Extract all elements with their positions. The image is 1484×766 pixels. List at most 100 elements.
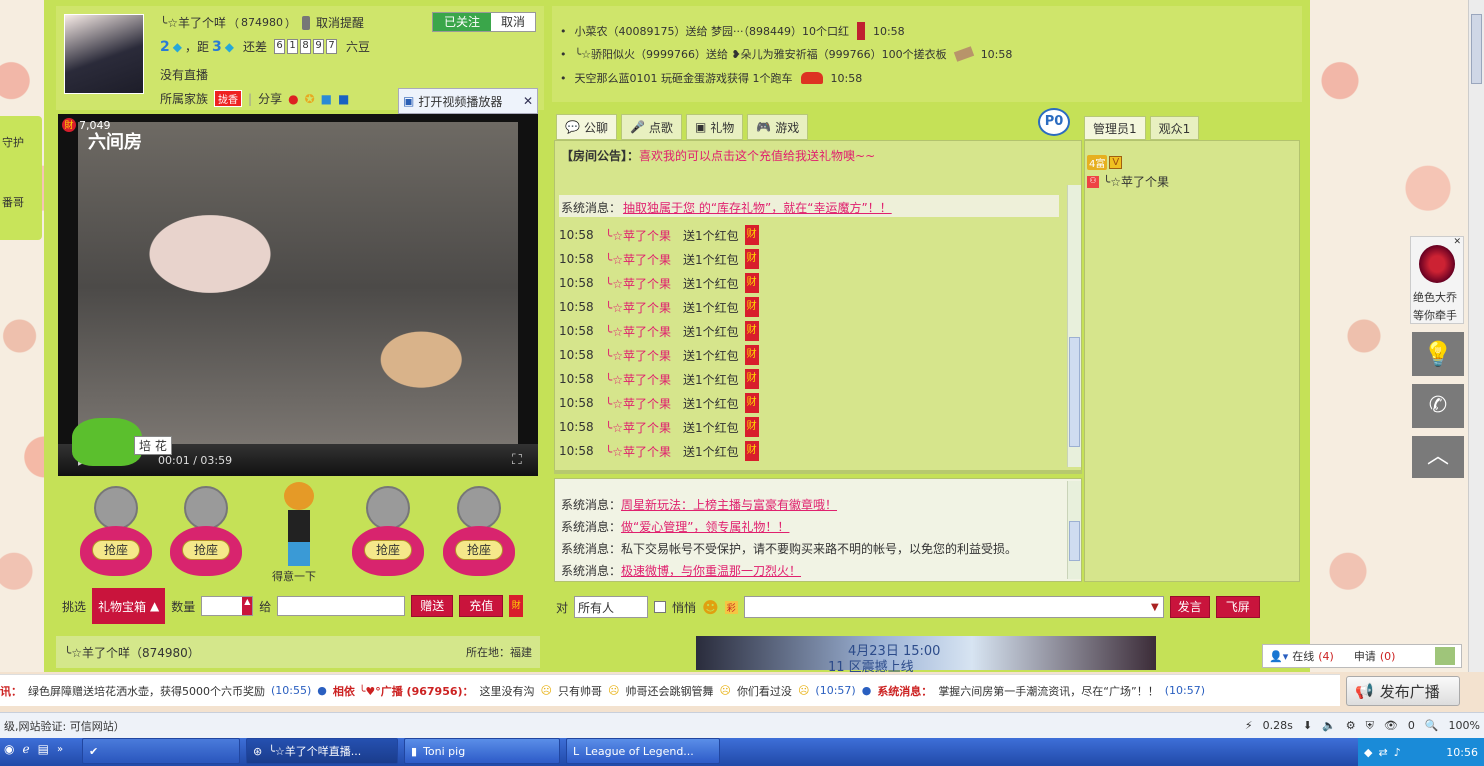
video-player[interactable]: 財 7,049 六间房 ▶ 00:01 / 03:59 ⛶ 培 花: [58, 114, 538, 476]
seat-5[interactable]: 抢座: [443, 486, 515, 586]
shield-icon[interactable]: ⛨: [1366, 719, 1374, 733]
zoom-level[interactable]: 100%: [1449, 719, 1480, 732]
send-gift-button[interactable]: 赠送: [411, 595, 454, 617]
chat-scrollbar[interactable]: [1067, 185, 1081, 467]
phone-icon[interactable]: ✆: [1412, 384, 1464, 428]
ie-icon[interactable]: ℯ: [22, 742, 29, 756]
close-icon[interactable]: ✕: [523, 94, 533, 108]
gift-box-button[interactable]: 礼物宝箱 ▲: [92, 588, 166, 624]
online-label[interactable]: 在线: [1292, 648, 1314, 664]
network-icon[interactable]: ⇄: [1378, 746, 1387, 759]
show-off-label[interactable]: 得意一下: [272, 568, 316, 584]
message-input[interactable]: ▼: [743, 596, 1164, 618]
chat-user-link[interactable]: ╰☆苹了个果: [605, 419, 683, 436]
open-player-button[interactable]: ▣ 打开视频播放器 ✕: [398, 88, 538, 114]
chat-user-link[interactable]: ╰☆苹了个果: [605, 323, 683, 340]
system-message-link[interactable]: 做“爱心管理”，领专属礼物！！: [621, 518, 789, 535]
chevron-down-icon[interactable]: ▼: [1151, 602, 1163, 613]
side-ad[interactable]: ✕ 绝色大乔 等你牵手: [1410, 236, 1464, 324]
tab-public-chat[interactable]: 💬 公聊: [556, 114, 617, 140]
speak-button[interactable]: 发言: [1169, 596, 1210, 618]
taskbar-item-stream[interactable]: ⊛ ╰☆羊了个咩直播...: [246, 738, 398, 764]
other-label[interactable]: 番哥: [2, 194, 24, 210]
spinner-icon[interactable]: ▲: [242, 597, 253, 615]
chat-user-link[interactable]: ╰☆苹了个果: [605, 227, 683, 244]
chat-user-link[interactable]: ╰☆苹了个果: [605, 299, 683, 316]
chat-user-link[interactable]: ╰☆苹了个果: [605, 443, 683, 460]
seat-3[interactable]: 得意一下: [270, 480, 330, 584]
user-row[interactable]: ⚇ ╰☆苹了个果: [1087, 173, 1169, 190]
parking-badge[interactable]: P0: [1038, 108, 1070, 136]
renren-icon[interactable]: ■: [338, 92, 349, 106]
watering-can-icon[interactable]: [72, 418, 142, 466]
emoji-icon[interactable]: ☻: [702, 598, 719, 617]
flyscreen-button[interactable]: 飞屏: [1215, 596, 1260, 618]
seat-4[interactable]: 抢座: [352, 486, 424, 586]
chat-user-link[interactable]: ╰☆苹了个果: [605, 371, 683, 388]
tray-icon[interactable]: ◆: [1364, 746, 1372, 759]
chat-user-link[interactable]: ╰☆苹了个果: [605, 275, 683, 292]
taskbar-item-lol[interactable]: L League of Legend...: [566, 738, 720, 764]
globe-icon[interactable]: ◉: [4, 742, 14, 756]
system-message-link[interactable]: 极速微博，与你重温那一刀烈火！: [621, 562, 801, 579]
close-icon[interactable]: ✕: [1453, 237, 1461, 247]
colorbar-icon[interactable]: 彩: [724, 600, 738, 614]
grab-seat-button[interactable]: 抢座: [364, 540, 412, 560]
avatar[interactable]: [64, 14, 144, 94]
tab-song-request[interactable]: 🎤 点歌: [620, 114, 682, 140]
tab-audience[interactable]: 观众1: [1149, 116, 1200, 140]
volume-icon[interactable]: 🔈: [1322, 719, 1336, 732]
cancel-reminder-link[interactable]: 取消提醒: [316, 14, 364, 31]
seat-2[interactable]: 抢座: [170, 486, 242, 586]
banner-ad[interactable]: 4月23日 15:00 11 区震撼上线: [696, 636, 1156, 675]
splitter[interactable]: [554, 470, 1082, 474]
avatar-small-icon[interactable]: [1435, 647, 1455, 665]
system-scrollbar[interactable]: [1067, 481, 1081, 579]
chat-scrollbar-thumb[interactable]: [1069, 337, 1080, 447]
volume-icon[interactable]: ♪: [1394, 746, 1401, 759]
back-to-top-icon[interactable]: ︿: [1412, 436, 1464, 478]
search-icon[interactable]: 🔍: [1425, 719, 1439, 732]
qzone-icon[interactable]: ✪: [305, 92, 315, 106]
tab-games[interactable]: 🎮 游戏: [747, 114, 809, 140]
qq-icon[interactable]: ■: [321, 92, 332, 106]
fullscreen-icon[interactable]: ⛶: [512, 452, 522, 468]
whisper-checkbox[interactable]: [654, 601, 667, 613]
followed-button[interactable]: 已关注: [433, 13, 491, 31]
grab-seat-button[interactable]: 抢座: [182, 540, 230, 560]
seat-1[interactable]: 抢座: [80, 486, 152, 586]
announcement-link[interactable]: 喜欢我的可以点击这个充值给我送礼物噢~~: [639, 147, 875, 164]
qty-input[interactable]: ▲: [201, 596, 254, 616]
flower-label[interactable]: 培 花: [134, 436, 172, 455]
download-icon[interactable]: ⬇: [1303, 719, 1312, 732]
taskbar-item-blank[interactable]: ✔: [82, 738, 240, 764]
page-scrollbar-thumb[interactable]: [1471, 14, 1482, 84]
guard-label[interactable]: 守护: [2, 134, 24, 150]
chat-user-link[interactable]: ╰☆苹了个果: [605, 251, 683, 268]
grab-seat-button[interactable]: 抢座: [455, 540, 503, 560]
user-name[interactable]: ╰☆苹了个果: [1103, 173, 1169, 190]
target-select[interactable]: 所有人: [574, 596, 649, 618]
family-badge[interactable]: 拢香: [214, 90, 243, 107]
lightbulb-icon[interactable]: 💡: [1412, 332, 1464, 376]
grab-seat-button[interactable]: 抢座: [92, 540, 140, 560]
chevron-right-icon[interactable]: »: [57, 744, 63, 755]
cai-icon[interactable]: 財: [509, 595, 524, 617]
system-message-link[interactable]: 周星新玩法：上榜主播与富豪有徽章哦！: [621, 496, 837, 513]
chat-user-link[interactable]: ╰☆苹了个果: [605, 395, 683, 412]
recipient-input[interactable]: [277, 596, 406, 616]
tab-gifts[interactable]: ▣ 礼物: [685, 114, 744, 140]
apply-label[interactable]: 申请: [1354, 648, 1376, 664]
publish-broadcast-button[interactable]: 📢 发布广播: [1346, 676, 1460, 706]
recycle-icon[interactable]: ▤: [38, 742, 49, 756]
page-scrollbar[interactable]: [1468, 0, 1484, 672]
chat-user-link[interactable]: ╰☆苹了个果: [605, 347, 683, 364]
tab-admins[interactable]: 管理员1: [1084, 116, 1146, 140]
recharge-button[interactable]: 充值: [459, 595, 504, 617]
taskbar-item-toni[interactable]: ▮ Toni pig: [404, 738, 560, 764]
unfollow-button[interactable]: 取消: [491, 13, 535, 31]
system-scrollbar-thumb[interactable]: [1069, 521, 1080, 561]
settings-icon[interactable]: ⚙: [1346, 719, 1356, 732]
weibo-icon[interactable]: ●: [288, 92, 298, 106]
eye-icon[interactable]: 👁: [1384, 719, 1398, 732]
